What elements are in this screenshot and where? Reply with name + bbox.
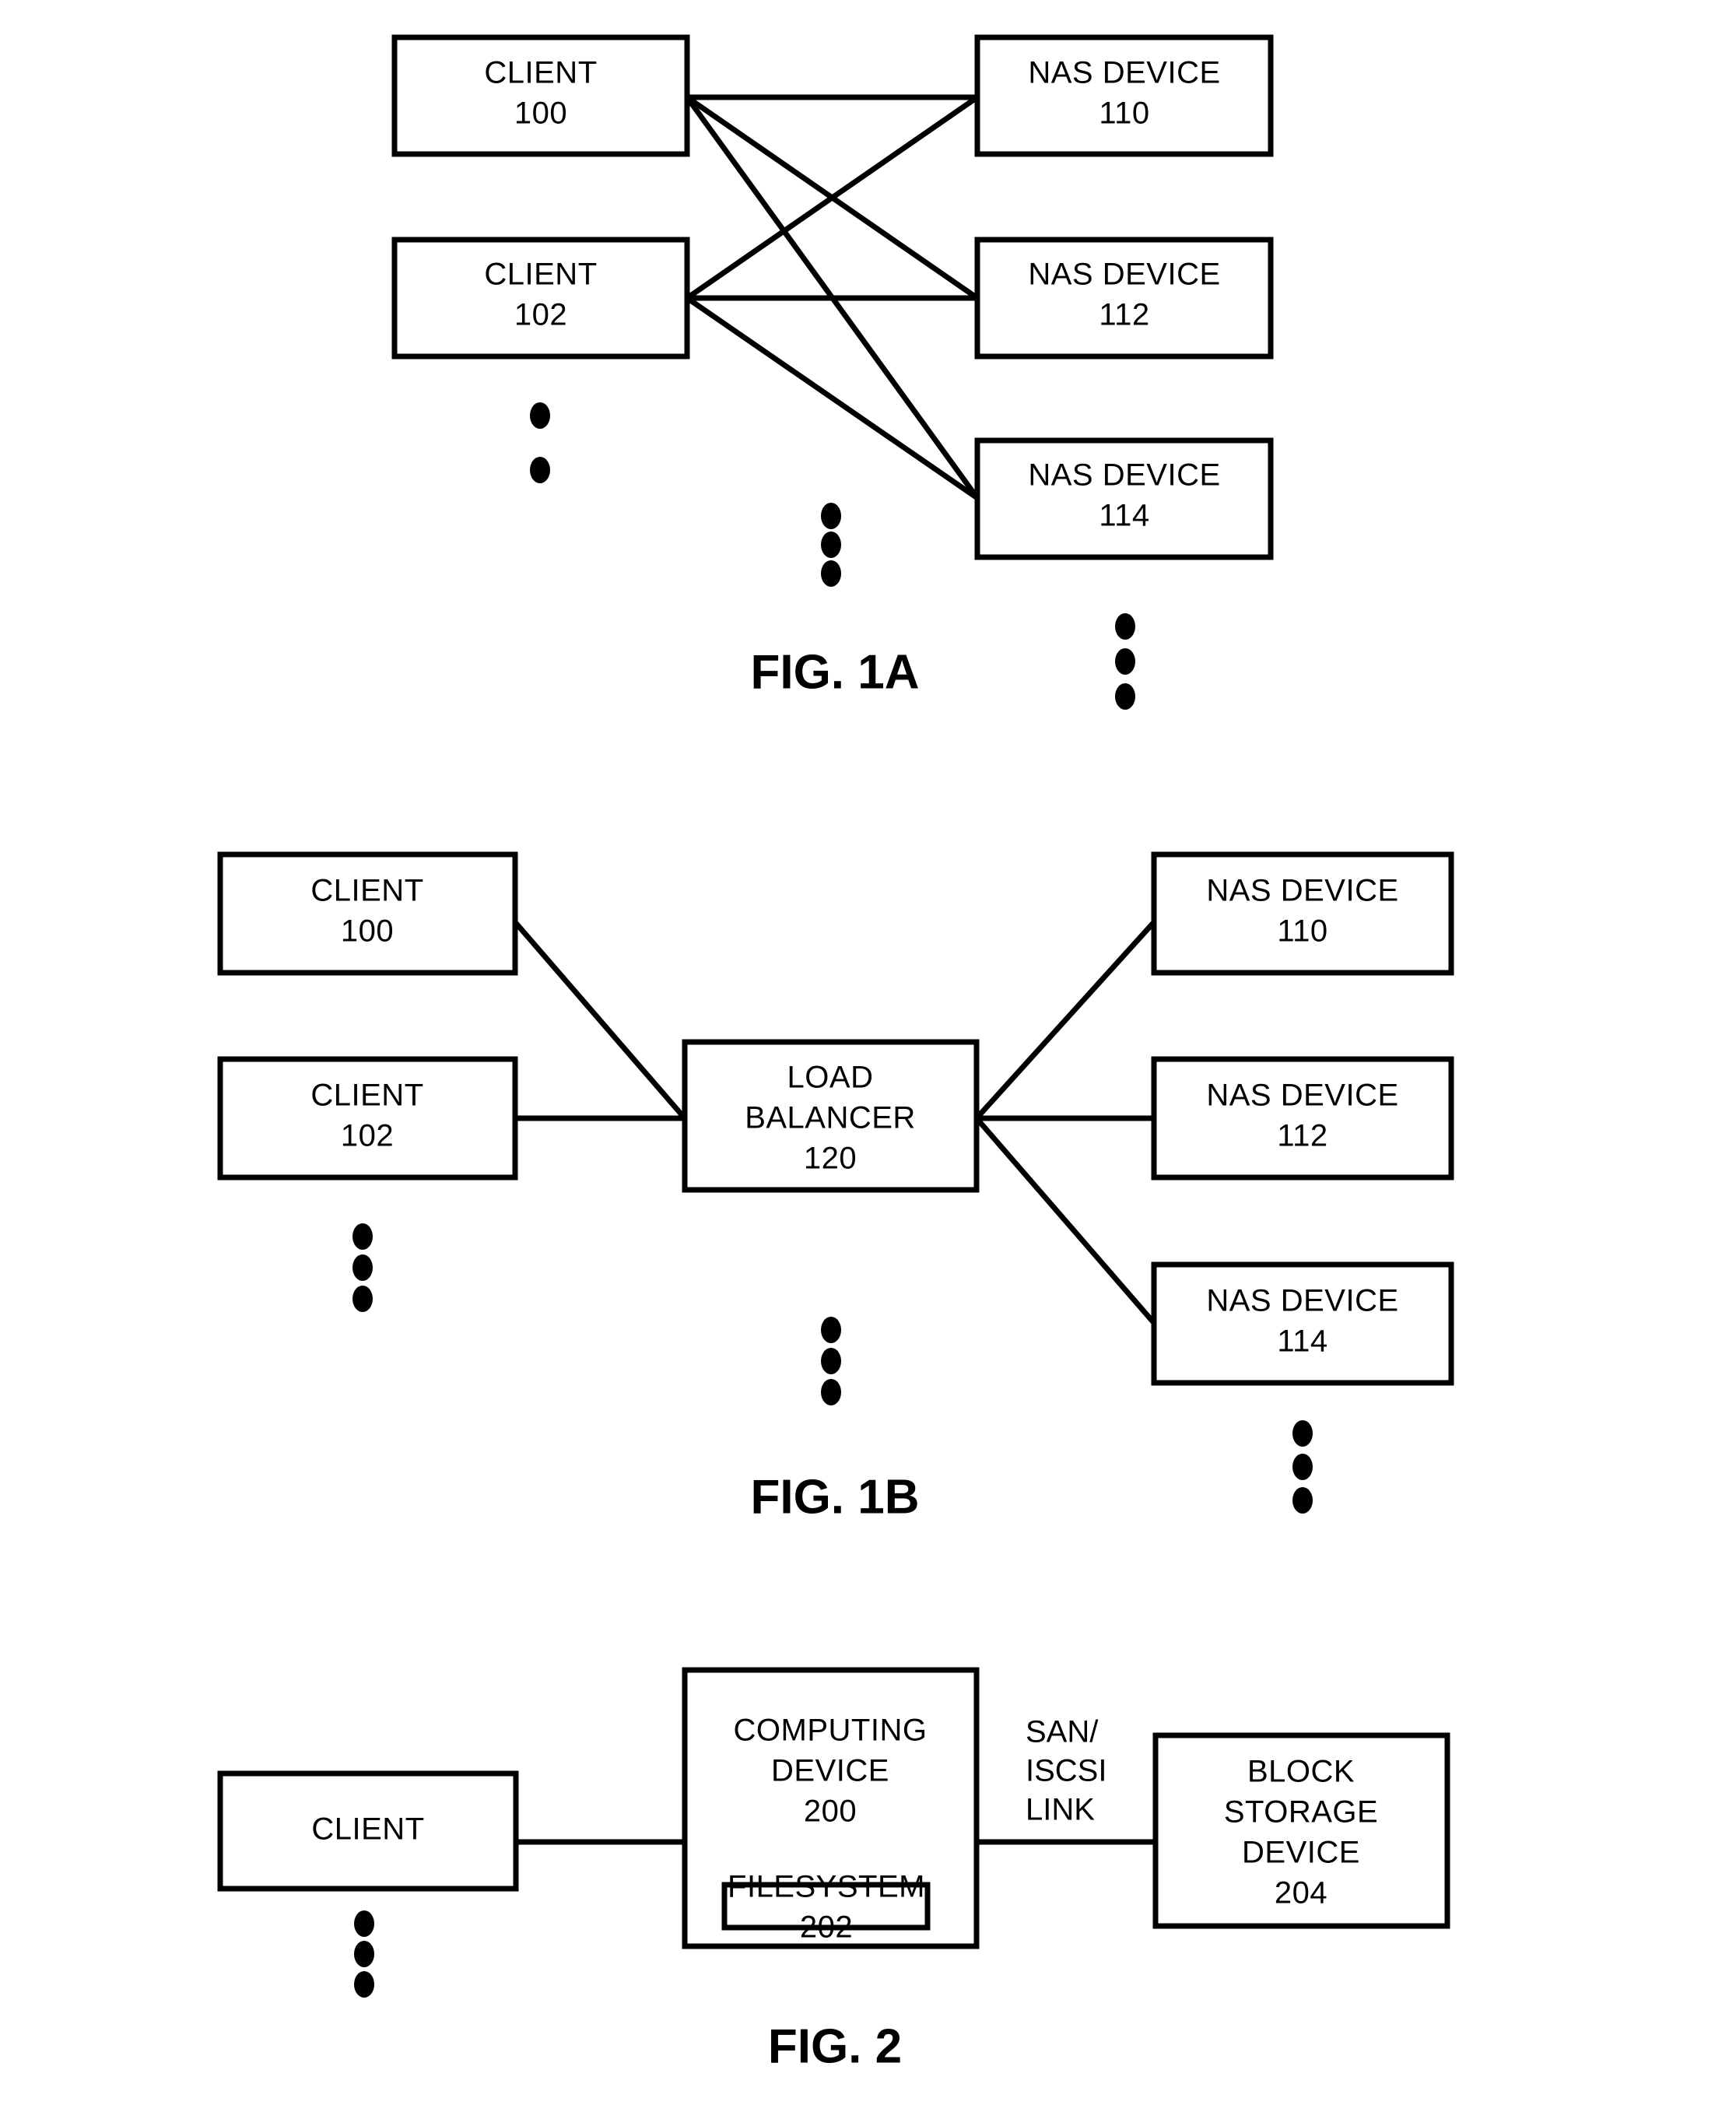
node-label-line2: DEVICE [771,1754,889,1788]
link-client100-loadbalancer [513,920,687,1121]
node-label-line2: 100 [514,96,567,131]
link-client102-nas114 [686,296,979,500]
node-label-line1: NAS DEVICE [1206,1079,1398,1113]
node-label-line3: DEVICE [1242,1836,1360,1870]
node-label-line4: 204 [1275,1876,1327,1910]
node-nas-device-112[interactable]: NAS DEVICE 112 [974,237,1274,360]
ellipsis-fig1b-nas [1292,1420,1313,1514]
node-client-102[interactable]: CLIENT 102 [391,237,690,360]
node-label-line1: COMPUTING [734,1714,928,1748]
ellipsis-dot [1292,1454,1313,1480]
node-label-line2: 102 [514,298,567,332]
node-client-100[interactable]: CLIENT 100 [217,851,518,976]
link-label-san-iscsi: SAN/ ISCSI LINK [1026,1715,1106,1827]
node-load-balancer-120[interactable]: LOAD BALANCER 120 [682,1039,980,1193]
link-loadbalancer-nas114 [974,1116,1156,1325]
link-label-line2: ISCSI [1026,1754,1106,1788]
node-label-line1: CLIENT [311,1812,424,1847]
node-label-line1: CLIENT [484,258,597,292]
node-label-line1: NAS DEVICE [1028,56,1220,90]
node-label-line1: CLIENT [484,56,597,90]
node-nas-device-110[interactable]: NAS DEVICE 110 [1151,851,1454,976]
ellipsis-dot [354,1910,374,1937]
ellipsis-fig1b-clients [352,1223,373,1312]
node-label-line1: NAS DEVICE [1206,874,1398,908]
figure-2: CLIENT COMPUTING DEVICE 200 FILESYSTEM 2… [217,1667,1450,2073]
node-label-line2: 114 [1099,499,1149,533]
ellipsis-fig2-clients [354,1910,374,1998]
figure-1b-caption: FIG. 1B [750,1470,919,1524]
node-label-line1: NAS DEVICE [1206,1284,1398,1318]
ellipsis-dot [1292,1487,1313,1514]
patent-drawing-sheet: CLIENT 100 CLIENT 102 NAS DEVICE 110 NAS… [217,34,1454,2073]
node-label-line1: CLIENT [310,874,423,908]
ellipsis-fig1a-middle [821,503,841,587]
node-label-line2: 112 [1099,298,1149,332]
ellipsis-dot [821,1317,841,1343]
node-client[interactable]: CLIENT [217,1770,519,1892]
ellipsis-dot [1292,1420,1313,1447]
node-label-line1: LOAD [787,1061,874,1095]
link-label-line1: SAN/ [1026,1715,1099,1749]
node-nas-device-110[interactable]: NAS DEVICE 110 [974,34,1274,157]
node-client-102[interactable]: CLIENT 102 [217,1056,518,1181]
node-label-line2: BALANCER [745,1101,916,1135]
node-label-line2: 202 [800,1910,853,1945]
link-loadbalancer-nas110 [974,920,1156,1121]
ellipsis-dot [530,402,550,429]
ellipsis-dot [821,560,841,587]
node-label-line2: 110 [1277,914,1327,949]
ellipsis-dot [1115,648,1135,675]
node-nas-device-114[interactable]: NAS DEVICE 114 [1151,1261,1454,1386]
figure-1a: CLIENT 100 CLIENT 102 NAS DEVICE 110 NAS… [391,34,1274,710]
ellipsis-fig1a-clients [530,402,550,483]
ellipsis-dot [821,1379,841,1405]
figure-2-caption: FIG. 2 [768,2019,902,2073]
link-label-line3: LINK [1026,1793,1095,1827]
ellipsis-dot [821,532,841,558]
fig1a-connections [685,94,980,500]
node-label-line3: 200 [804,1794,857,1829]
node-label-line1: CLIENT [310,1079,423,1113]
ellipsis-dot [354,1941,374,1967]
node-label-line2: 102 [341,1119,394,1153]
ellipsis-fig1b-middle [821,1317,841,1405]
node-label-line2: 110 [1099,96,1149,131]
node-label-line2: 112 [1277,1119,1327,1153]
ellipsis-dot [352,1286,373,1312]
node-label-line2: STORAGE [1224,1795,1378,1830]
ellipsis-dot [352,1254,373,1281]
ellipsis-dot [821,503,841,529]
node-label-line2: 114 [1277,1324,1327,1359]
node-nas-device-114[interactable]: NAS DEVICE 114 [974,437,1274,560]
node-label-line1: NAS DEVICE [1028,458,1220,493]
node-block-storage-device-204[interactable]: BLOCK STORAGE DEVICE 204 [1152,1732,1450,1929]
node-client-100[interactable]: CLIENT 100 [391,34,690,157]
ellipsis-dot [1115,683,1135,710]
figure-1a-caption: FIG. 1A [750,645,919,699]
node-nas-device-112[interactable]: NAS DEVICE 112 [1151,1056,1454,1181]
node-label-line1: BLOCK [1247,1755,1355,1789]
ellipsis-dot [354,1971,374,1998]
ellipsis-fig1a-nas [1115,613,1135,710]
node-label-line1: FILESYSTEM [728,1870,925,1904]
ellipsis-dot [352,1223,373,1250]
ellipsis-dot [530,457,550,483]
ellipsis-dot [821,1348,841,1374]
ellipsis-dot [1115,613,1135,640]
node-label-line1: NAS DEVICE [1028,258,1220,292]
figure-1b: CLIENT 100 CLIENT 102 LOAD BALANCER 120 … [217,851,1454,1524]
node-label-line2: 100 [341,914,394,949]
node-label-line3: 120 [804,1142,857,1176]
